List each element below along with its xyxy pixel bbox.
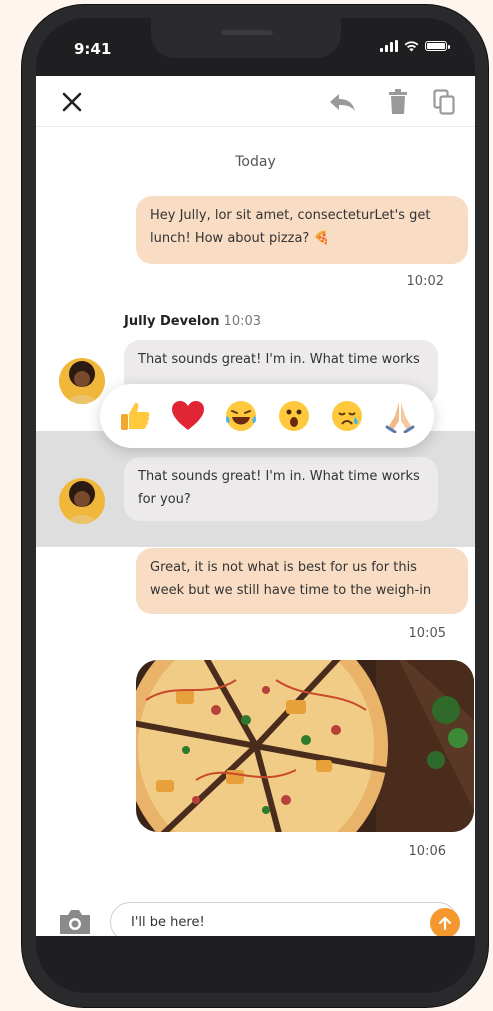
delete-button[interactable]	[382, 86, 414, 118]
message-text: That sounds great! I'm in. What time wor…	[138, 469, 420, 507]
reply-icon	[330, 94, 355, 111]
surprised-face-icon	[278, 401, 309, 431]
reaction-surprised[interactable]	[274, 396, 314, 436]
avatar[interactable]	[59, 358, 105, 404]
reply-button[interactable]	[326, 86, 358, 118]
message-timestamp: 10:06	[408, 844, 446, 859]
arrow-up-icon	[438, 916, 452, 931]
phone-frame: 9:41 Today Hey Jully, lor sit amet, cons…	[22, 5, 488, 1007]
image-message[interactable]	[136, 660, 474, 832]
phone-screen-frame: 9:41 Today Hey Jully, lor sit amet, cons…	[36, 18, 475, 993]
heart-icon	[171, 401, 204, 430]
message-text: That sounds great! I'm in. What time wor…	[138, 352, 420, 367]
sender-line: Jully Develon 10:03	[124, 314, 261, 329]
copy-icon	[433, 89, 455, 115]
message-text: Great, it is not what is best for us for…	[150, 560, 432, 598]
reaction-sad[interactable]	[327, 396, 367, 436]
notch	[151, 18, 341, 58]
home-indicator-area	[36, 936, 475, 993]
day-separator: Today	[235, 154, 276, 170]
message-bubble-incoming-selected[interactable]: That sounds great! I'm in. What time wor…	[124, 457, 438, 521]
pizza-image	[136, 660, 474, 832]
wifi-icon	[404, 40, 419, 51]
status-time: 9:41	[74, 40, 112, 58]
person-avatar-icon	[67, 481, 97, 524]
person-avatar-icon	[67, 361, 97, 404]
chat-screen: Today Hey Jully, lor sit amet, consectet…	[36, 76, 475, 942]
close-button[interactable]	[56, 86, 88, 118]
crying-face-icon	[331, 401, 362, 431]
message-text: Hey Jully, lor sit amet, consecteturLet'…	[150, 208, 431, 246]
reaction-pray[interactable]	[380, 396, 420, 436]
reaction-heart[interactable]	[168, 396, 208, 436]
battery-icon	[425, 41, 450, 51]
message-bubble-outgoing[interactable]: Great, it is not what is best for us for…	[136, 548, 468, 614]
signal-icon	[380, 40, 398, 52]
praying-hands-icon	[385, 402, 414, 433]
close-icon	[62, 92, 82, 112]
reaction-picker	[100, 384, 434, 448]
camera-button[interactable]	[58, 908, 92, 938]
reaction-laugh[interactable]	[221, 396, 261, 436]
speaker	[221, 30, 273, 35]
copy-button[interactable]	[428, 86, 460, 118]
sender-name: Jully Develon	[124, 314, 220, 329]
laughing-face-icon	[225, 401, 256, 431]
message-timestamp: 10:02	[406, 274, 444, 289]
thumbs-up-icon	[120, 402, 149, 430]
sender-time: 10:03	[223, 314, 262, 329]
camera-icon	[60, 910, 90, 934]
avatar[interactable]	[59, 478, 105, 524]
status-bar: 9:41	[36, 18, 475, 76]
reaction-thumbs-up[interactable]	[115, 396, 155, 436]
top-action-bar	[36, 76, 475, 127]
trash-icon	[389, 89, 407, 114]
message-timestamp: 10:05	[408, 626, 446, 641]
system-icons	[380, 40, 450, 52]
message-bubble-outgoing[interactable]: Hey Jully, lor sit amet, consecteturLet'…	[136, 196, 468, 264]
send-button[interactable]	[430, 908, 460, 938]
